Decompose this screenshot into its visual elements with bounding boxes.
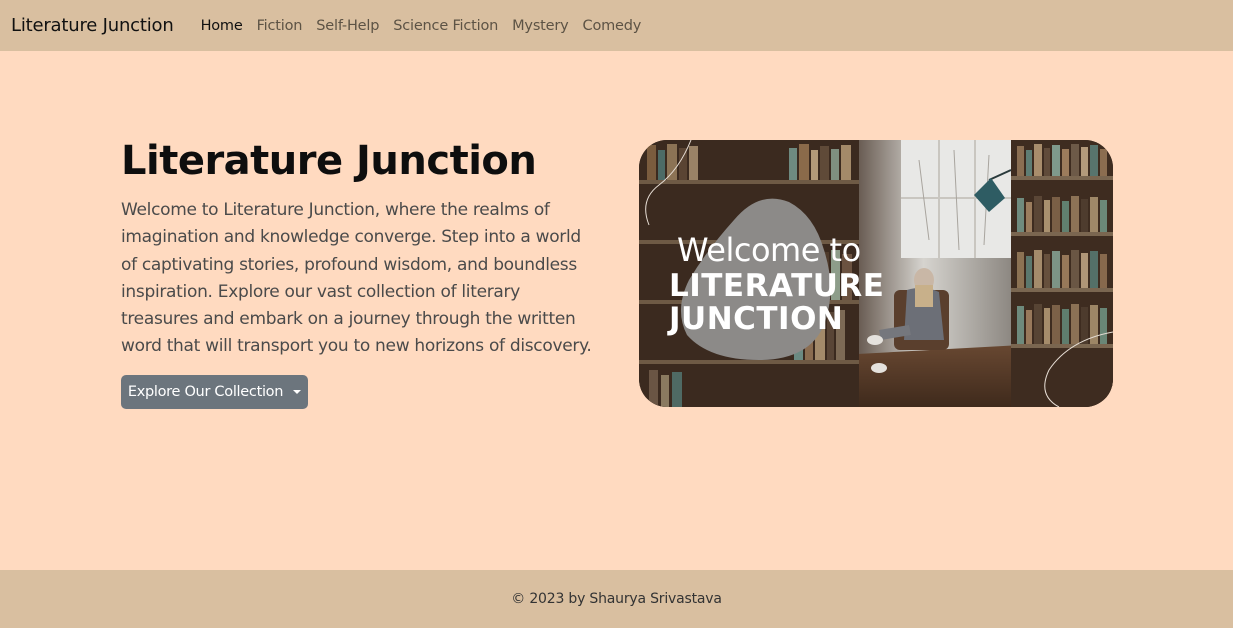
nav-link-science-fiction[interactable]: Science Fiction — [386, 18, 505, 34]
nav-link-self-help[interactable]: Self-Help — [309, 18, 386, 34]
image-title-line2: JUNCTION — [669, 301, 844, 337]
navbar: Literature Junction Home Fiction Self-He… — [0, 0, 1233, 51]
hero-title: Literature Junction — [121, 138, 537, 184]
nav-links: Home Fiction Self-Help Science Fiction M… — [194, 18, 649, 34]
brand-link[interactable]: Literature Junction — [11, 15, 174, 36]
image-overlay-text: Welcome to LITERATURE JUNCTION — [669, 230, 884, 336]
explore-collection-button[interactable]: Explore Our Collection — [121, 375, 308, 409]
image-title-line1: LITERATURE — [669, 268, 885, 304]
caret-down-icon — [293, 390, 302, 394]
nav-link-fiction[interactable]: Fiction — [250, 18, 310, 34]
hero-image: Welcome to LITERATURE JUNCTION — [639, 140, 1113, 407]
nav-link-mystery[interactable]: Mystery — [505, 18, 575, 34]
explore-button-label: Explore Our Collection — [127, 384, 284, 400]
nav-link-home[interactable]: Home — [194, 18, 250, 34]
footer-copyright: © 2023 by Shaurya Srivastava — [511, 591, 722, 607]
footer: © 2023 by Shaurya Srivastava — [0, 570, 1233, 628]
nav-link-comedy[interactable]: Comedy — [576, 18, 649, 34]
image-welcome-text: Welcome to — [677, 231, 861, 269]
hero-section: Literature Junction Welcome to Literatur… — [121, 137, 601, 361]
hero-description: Welcome to Literature Junction, where th… — [121, 200, 592, 357]
